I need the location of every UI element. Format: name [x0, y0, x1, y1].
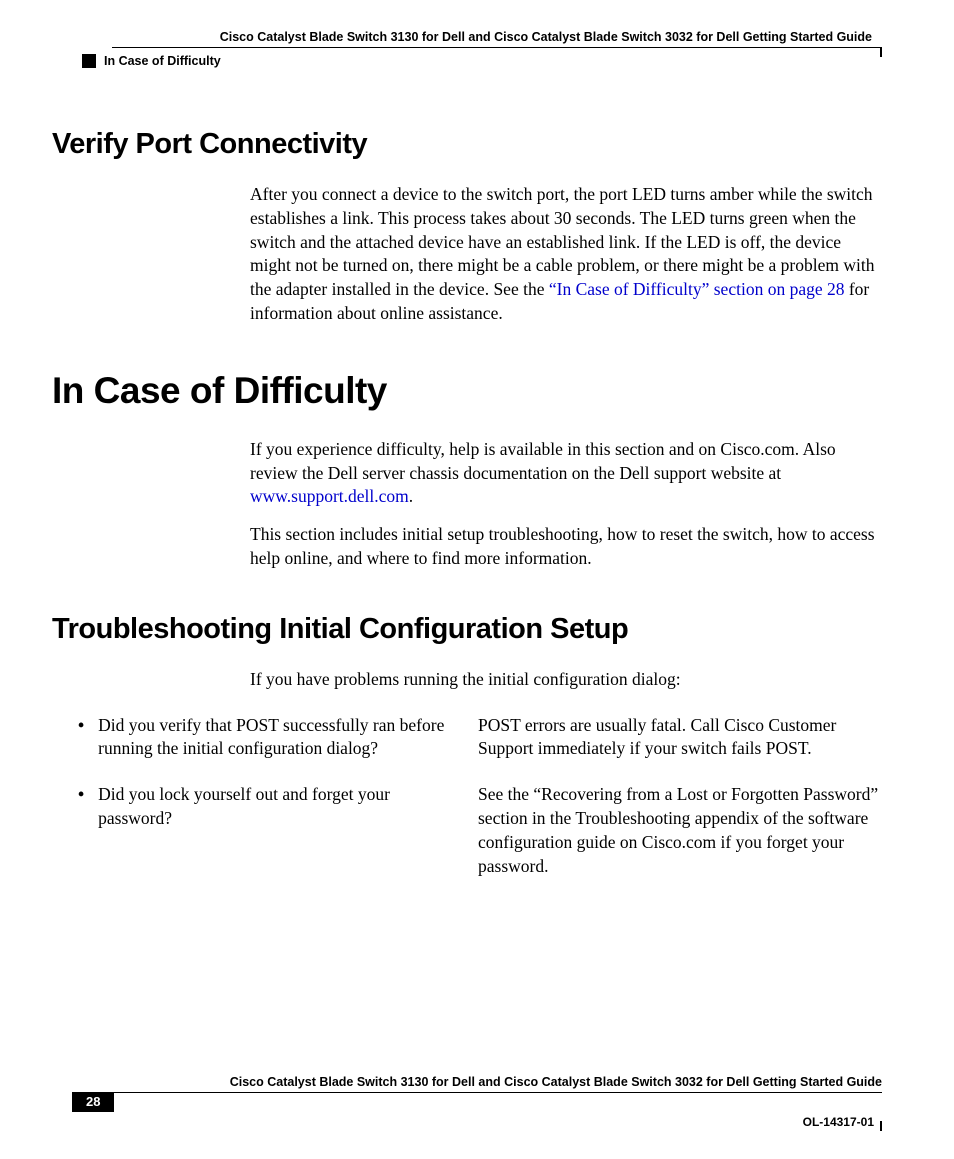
- heading-in-case-of-difficulty: In Case of Difficulty: [52, 370, 882, 412]
- page-header: Cisco Catalyst Blade Switch 3130 for Del…: [72, 30, 882, 68]
- footer-rule: [114, 1092, 882, 1093]
- bullet-icon: •: [78, 714, 84, 762]
- list-item: • Did you lock yourself out and forget y…: [78, 783, 882, 878]
- question-text: Did you lock yourself out and forget you…: [98, 783, 448, 878]
- link-dell-support[interactable]: www.support.dell.com: [250, 486, 409, 506]
- bullet-icon: •: [78, 783, 84, 878]
- footer-doc-id: OL-14317-01: [72, 1115, 882, 1129]
- heading-troubleshooting: Troubleshooting Initial Configuration Se…: [52, 613, 882, 646]
- list-item: • Did you verify that POST successfully …: [78, 714, 882, 762]
- header-tick-icon: [880, 47, 882, 57]
- link-in-case-of-difficulty[interactable]: “In Case of Difficulty” section on page …: [549, 279, 845, 299]
- question-cell: • Did you verify that POST successfully …: [78, 714, 448, 762]
- header-marker-icon: [82, 54, 96, 68]
- para-in-case-2: This section includes initial setup trou…: [250, 523, 882, 571]
- page-number: 28: [72, 1092, 114, 1112]
- page-footer: Cisco Catalyst Blade Switch 3130 for Del…: [72, 1075, 882, 1129]
- para-verify-port: After you connect a device to the switch…: [250, 183, 882, 326]
- text-segment: .: [409, 486, 413, 506]
- para-troubleshoot-intro: If you have problems running the initial…: [250, 668, 882, 692]
- troubleshoot-list: • Did you verify that POST successfully …: [78, 714, 882, 879]
- question-cell: • Did you lock yourself out and forget y…: [78, 783, 448, 878]
- footer-tick-icon: [880, 1121, 882, 1131]
- answer-text: See the “Recovering from a Lost or Forgo…: [478, 783, 882, 878]
- footer-title: Cisco Catalyst Blade Switch 3130 for Del…: [72, 1075, 882, 1092]
- para-in-case-1: If you experience difficulty, help is av…: [250, 438, 882, 509]
- text-segment: If you experience difficulty, help is av…: [250, 439, 836, 483]
- header-rule: [112, 47, 882, 48]
- header-section-label: In Case of Difficulty: [104, 54, 221, 68]
- answer-text: POST errors are usually fatal. Call Cisc…: [478, 714, 882, 762]
- header-title: Cisco Catalyst Blade Switch 3130 for Del…: [72, 30, 882, 47]
- heading-verify-port: Verify Port Connectivity: [52, 128, 882, 161]
- question-text: Did you verify that POST successfully ra…: [98, 714, 448, 762]
